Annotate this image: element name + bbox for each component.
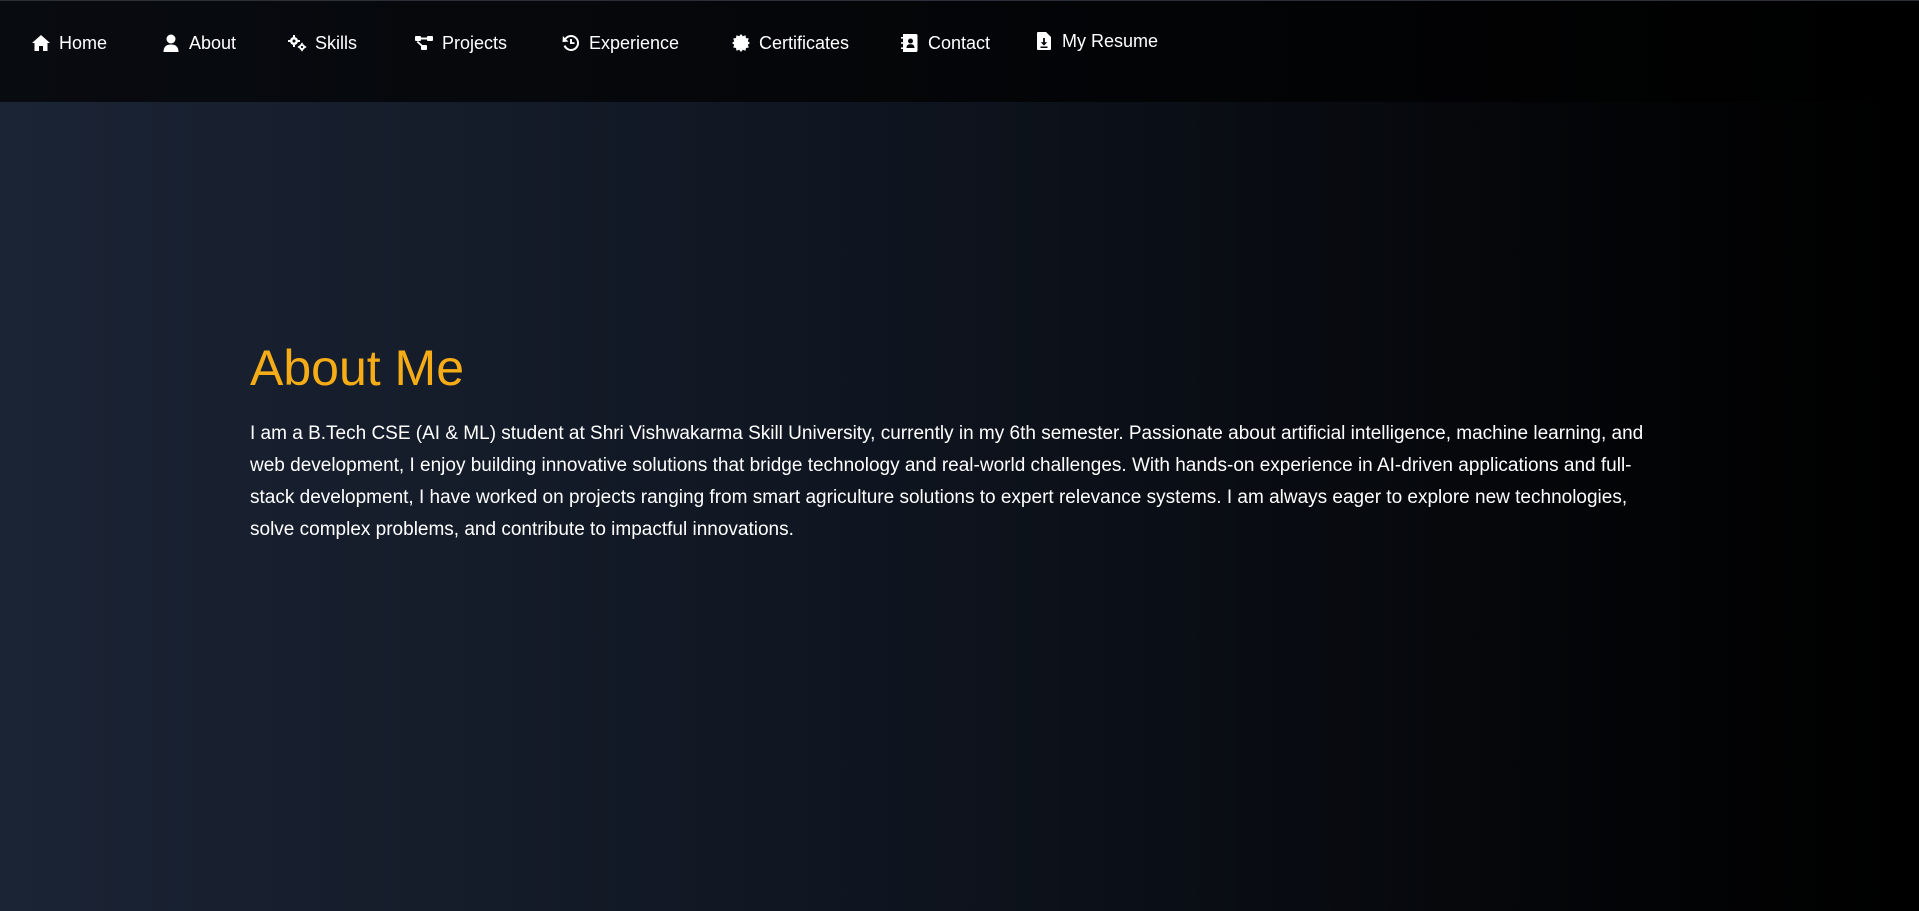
about-description: I am a B.Tech CSE (AI & ML) student at S…: [250, 423, 1644, 540]
certificate-icon: [731, 33, 751, 53]
nav-certificates-link[interactable]: Certificates: [731, 30, 849, 56]
nav-projects-label: Projects: [442, 32, 508, 53]
nav-resume-link[interactable]: My Resume: [1034, 28, 1158, 54]
top-navbar: Home About Skills Projects Experience Ce…: [0, 0, 1919, 102]
nav-about-label: About: [189, 32, 237, 53]
nav-home-label: Home: [59, 32, 108, 53]
nav-experience-link[interactable]: Experience: [561, 30, 679, 56]
user-icon: [161, 33, 181, 53]
nav-about-link[interactable]: About: [161, 30, 236, 56]
file-download-icon: [1034, 31, 1054, 51]
diagram-icon: [414, 33, 434, 53]
nav-contact-label: Contact: [928, 32, 991, 53]
home-icon: [31, 33, 51, 53]
nav-home-link[interactable]: Home: [31, 30, 107, 56]
nav-skills-link[interactable]: Skills: [287, 30, 357, 56]
gears-icon: [287, 33, 307, 53]
nav-skills-label: Skills: [315, 32, 358, 53]
nav-projects-link[interactable]: Projects: [414, 30, 507, 56]
about-section: About Me I am a B.Tech CSE (AI & ML) stu…: [250, 338, 1670, 546]
address-book-icon: [900, 33, 920, 53]
nav-resume-label: My Resume: [1062, 30, 1159, 51]
nav-certificates-label: Certificates: [759, 32, 850, 53]
about-heading: About Me: [250, 340, 465, 396]
nav-experience-label: Experience: [589, 32, 680, 53]
nav-contact-link[interactable]: Contact: [900, 30, 990, 56]
history-icon: [561, 33, 581, 53]
